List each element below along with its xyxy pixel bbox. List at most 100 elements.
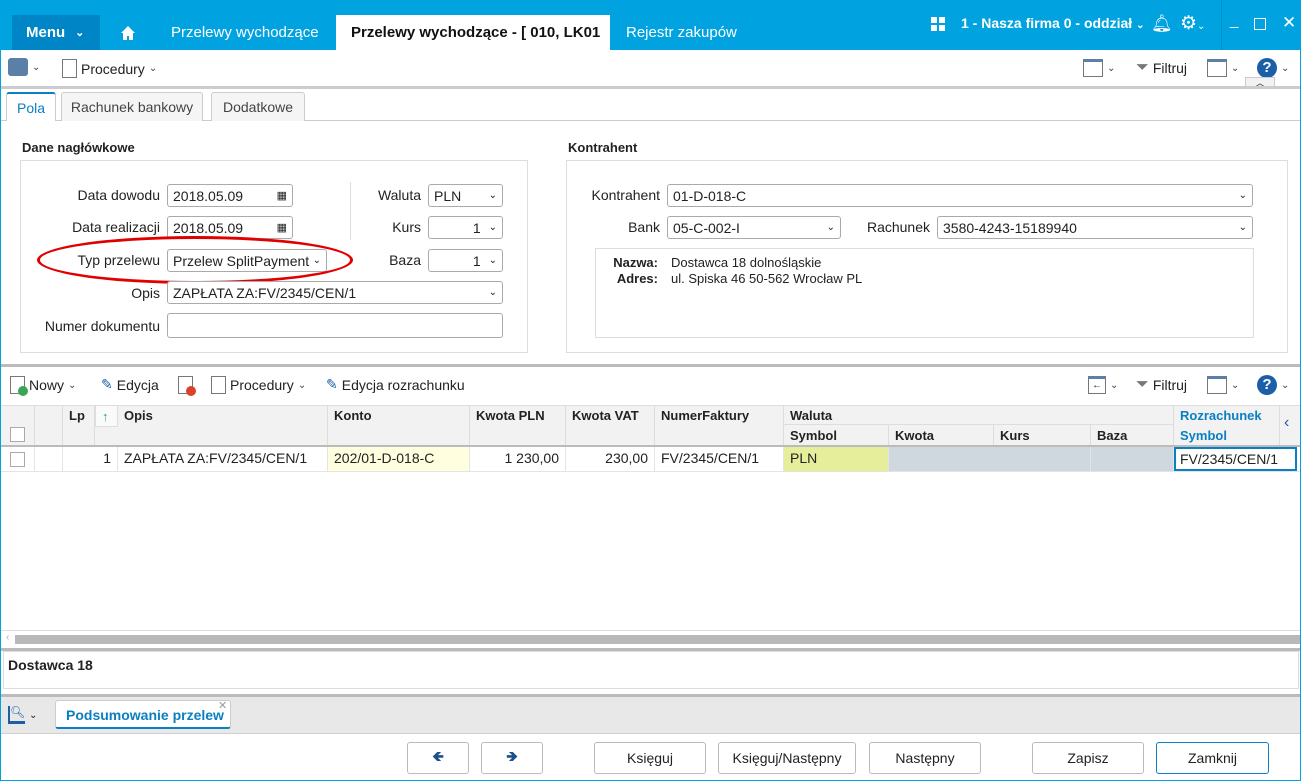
numer-dokumentu-field[interactable] (167, 313, 503, 338)
tab-pola[interactable]: Pola (6, 92, 56, 121)
settings-warning-button[interactable]: ⌄ (1083, 59, 1115, 77)
nowy-button[interactable]: Nowy ⌄ (10, 376, 76, 396)
detail-panel-text: Dostawca 18 (8, 657, 93, 673)
section-title-dane-naglowkowe: Dane nagłówkowe (22, 140, 135, 155)
help-button[interactable]: ? ⌄ (1257, 58, 1289, 78)
row-checkbox[interactable] (10, 452, 25, 467)
apps-grid-icon[interactable] (931, 17, 945, 31)
layout-gear-icon (1207, 376, 1227, 394)
layout-gear-icon (1207, 59, 1227, 77)
menu-button[interactable]: Menu ⌄ (12, 15, 100, 50)
col-lp[interactable]: Lp (63, 405, 95, 445)
filtruj-button[interactable]: ⏷ Filtruj (1136, 59, 1187, 77)
home-tab[interactable] (120, 15, 140, 50)
row-indicator (35, 447, 63, 471)
splitter[interactable] (0, 364, 1301, 367)
preview-menu-button[interactable]: 🔍︎ ⌄ (8, 706, 37, 724)
indicator-column (35, 405, 63, 445)
tab-label: Podsumowanie przelew (66, 707, 224, 723)
calendar-icon[interactable]: ▦ (277, 189, 287, 202)
procedury-label: Procedury (81, 60, 145, 77)
col-konto[interactable]: Konto (328, 405, 470, 445)
bank-select[interactable]: 05-C-002-I ⌄ (667, 216, 841, 239)
col-numer-faktury[interactable]: NumerFaktury (655, 405, 784, 445)
col-waluta-kwota[interactable]: Kwota (889, 425, 994, 445)
toolbar-divider (0, 86, 1301, 89)
sort-ascending-icon[interactable]: ↑ (95, 405, 118, 427)
select-all-checkbox[interactable] (10, 427, 25, 442)
next-record-button[interactable]: 🡺 (481, 742, 543, 774)
window-warning-icon (1083, 59, 1103, 77)
col-waluta-baza[interactable]: Baza (1091, 425, 1174, 445)
previous-button[interactable]: 🡸 (407, 742, 469, 774)
chevron-down-icon: ⌄ (826, 222, 835, 233)
edycja-button[interactable]: ✎ Edycja (101, 376, 159, 393)
col-waluta-kurs[interactable]: Kurs (994, 425, 1091, 445)
grid-filtruj-button[interactable]: ⏷ Filtruj (1136, 376, 1187, 394)
nastepny-button[interactable]: Następny (869, 742, 981, 774)
tab-przelewy-wychodzace-document[interactable]: Przelewy wychodzące - [ 010, LK01 (336, 15, 610, 50)
edycja-rozrachunku-button[interactable]: ✎ Edycja rozrachunku (326, 376, 465, 393)
tab-dodatkowe[interactable]: Dodatkowe (211, 92, 305, 121)
select-all-column (0, 405, 35, 445)
ksieguj-button[interactable]: Księguj (594, 742, 706, 774)
tab-rachunek-bankowy[interactable]: Rachunek bankowy (61, 92, 203, 121)
chevron-left-icon[interactable]: ‹ (1284, 414, 1289, 432)
help-icon: ? (1257, 375, 1277, 395)
chevron-down-icon: ⌄ (75, 27, 85, 39)
cell-konto[interactable]: 202/01-D-018-C (328, 447, 470, 471)
delete-document-icon (178, 376, 196, 396)
close-tab-icon[interactable]: ✕ (218, 699, 227, 712)
close-icon[interactable]: ✕ (1282, 13, 1296, 33)
delete-button[interactable] (178, 376, 196, 396)
cell-waluta-symbol[interactable]: PLN (784, 447, 889, 471)
gear-icon[interactable]: ⚙⌄ (1180, 12, 1205, 35)
waluta-select[interactable]: PLN ⌄ (428, 184, 503, 207)
col-kwota-pln[interactable]: Kwota PLN (470, 405, 566, 445)
company-selector[interactable]: 1 - Nasza firma 0 - oddział ⌄ (961, 15, 1144, 31)
kurs-value: 1 (472, 219, 481, 236)
kurs-select[interactable]: 1 ⌄ (428, 216, 503, 239)
edit-settlement-icon: ✎ (326, 376, 338, 392)
zapisz-button[interactable]: Zapisz (1032, 742, 1144, 774)
waluta-value: PLN (434, 187, 462, 204)
maximize-icon[interactable] (1254, 18, 1266, 30)
bell-icon[interactable]: 🔔︎ (1151, 14, 1173, 34)
grid-help-button[interactable]: ? ⌄ (1257, 375, 1289, 395)
grid-layout-button[interactable]: ⌄ (1207, 376, 1239, 394)
data-dowodu-field[interactable]: 2018.05.09 ▦ (167, 184, 293, 207)
chevron-down-icon: ⌄ (488, 287, 497, 298)
filter-icon: ⏷ (1136, 376, 1149, 393)
rachunek-select[interactable]: 3580-4243-15189940 ⌄ (937, 216, 1253, 239)
cell-waluta-baza (1091, 447, 1174, 471)
section-title-kontrahent: Kontrahent (568, 140, 638, 155)
column-chooser-button[interactable]: ← ⌄ (1088, 376, 1118, 394)
data-realizacji-label: Data realizacji (72, 219, 160, 235)
col-waluta-symbol[interactable]: Symbol (784, 425, 889, 445)
col-kwota-vat[interactable]: Kwota VAT (566, 405, 655, 445)
baza-select[interactable]: 1 ⌄ (428, 249, 503, 272)
layout-settings-button[interactable]: ⌄ (1207, 59, 1239, 77)
cell-rozrachunek-symbol[interactable]: FV/2345/CEN/1 (1174, 447, 1297, 471)
horizontal-scrollbar[interactable] (15, 635, 1301, 644)
tab-rejestr-zakupow[interactable]: Rejestr zakupów (626, 15, 737, 50)
ksieguj-nastepny-button[interactable]: Księguj/Następny (718, 742, 856, 774)
zamknij-button[interactable]: Zamknij (1156, 742, 1269, 774)
procedury-button[interactable]: Procedury ⌄ (62, 59, 157, 78)
panel-arrow-icon: ← (1088, 376, 1106, 394)
col-opis[interactable]: Opis (118, 405, 328, 445)
table-row[interactable]: 1 ZAPŁATA ZA:FV/2345/CEN/1 202/01-D-018-… (0, 447, 1301, 472)
tab-przelewy-wychodzace[interactable]: Przelewy wychodzące (171, 15, 319, 50)
rachunek-value: 3580-4243-15189940 (943, 219, 1077, 236)
col-rozrachunek-symbol[interactable]: Symbol (1174, 425, 1280, 445)
scroll-left-icon[interactable]: ‹ (6, 632, 9, 643)
tab-podsumowanie-przelewu[interactable]: Podsumowanie przelew (55, 700, 231, 729)
opis-select[interactable]: ZAPŁATA ZA:FV/2345/CEN/1 ⌄ (167, 281, 503, 304)
kontrahent-select[interactable]: 01-D-018-C ⌄ (667, 184, 1253, 207)
document-gear-icon (211, 376, 226, 394)
print-button[interactable]: ⌄ (8, 58, 40, 76)
filter-icon: ⏷ (1136, 59, 1149, 76)
calendar-icon[interactable]: ▦ (277, 221, 287, 234)
grid-procedury-button[interactable]: Procedury ⌄ (211, 376, 306, 394)
minimize-icon[interactable]: _ (1230, 12, 1238, 29)
